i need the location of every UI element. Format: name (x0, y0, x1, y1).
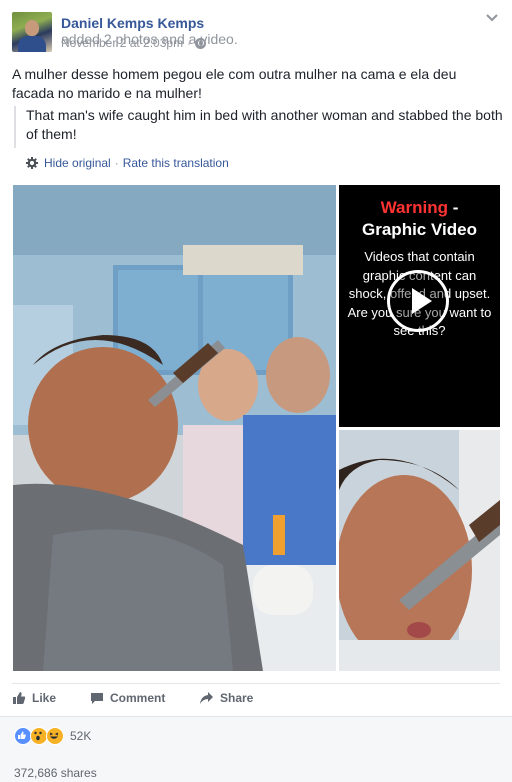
warning-subtitle: Graphic Video (362, 220, 477, 239)
post-meta: November 2 at 2:03pm · (61, 36, 207, 50)
author-name-link[interactable]: Daniel Kemps Kemps (61, 15, 204, 31)
comment-button[interactable]: Comment (90, 691, 165, 705)
thumbs-up-icon (13, 692, 26, 704)
warning-dash: - (447, 198, 459, 217)
play-icon[interactable] (387, 270, 449, 332)
meta-separator: · (187, 36, 192, 50)
warning-word: Warning (380, 198, 448, 217)
translation-text: That man's wife caught him in bed with a… (26, 107, 503, 142)
comment-label: Comment (110, 691, 166, 705)
facebook-post: Daniel Kemps Kemps added 2 photos and a … (0, 0, 512, 782)
share-arrow-icon (200, 692, 213, 704)
share-label: Share (220, 691, 254, 705)
link-separator: · (114, 156, 119, 170)
actions-divider (12, 683, 500, 684)
post-text: A mulher desse homem pegou ele com outra… (12, 66, 457, 101)
share-button[interactable]: Share (199, 691, 253, 705)
second-photo-image (339, 430, 500, 671)
reactions-summary[interactable]: 52K (14, 727, 91, 745)
hide-original-link[interactable]: Hide original (44, 156, 111, 170)
globe-icon[interactable] (195, 37, 207, 49)
gear-icon[interactable] (26, 157, 38, 169)
post-header-line: Daniel Kemps Kemps added 2 photos and a … (61, 15, 238, 47)
like-button[interactable]: Like (12, 691, 56, 705)
warning-heading: Warning - Graphic Video (339, 197, 500, 241)
main-photo[interactable] (13, 185, 336, 671)
author-avatar[interactable] (12, 12, 52, 52)
comment-icon (91, 693, 103, 704)
share-count[interactable]: 372,686 shares (14, 766, 97, 780)
like-label: Like (32, 691, 57, 705)
chevron-down-icon[interactable] (486, 12, 498, 24)
haha-reaction-icon (46, 727, 64, 745)
main-photo-image (13, 185, 336, 671)
translation-links: Hide original · Rate this translation (26, 156, 229, 170)
post-timestamp[interactable]: November 2 at 2:03pm (61, 36, 183, 50)
graphic-video-tile[interactable]: Warning - Graphic Video Videos that cont… (339, 185, 500, 427)
rate-translation-link[interactable]: Rate this translation (123, 156, 229, 170)
reaction-count: 52K (70, 729, 92, 743)
second-photo[interactable] (339, 430, 500, 671)
translation-block: That man's wife caught him in bed with a… (14, 106, 504, 148)
